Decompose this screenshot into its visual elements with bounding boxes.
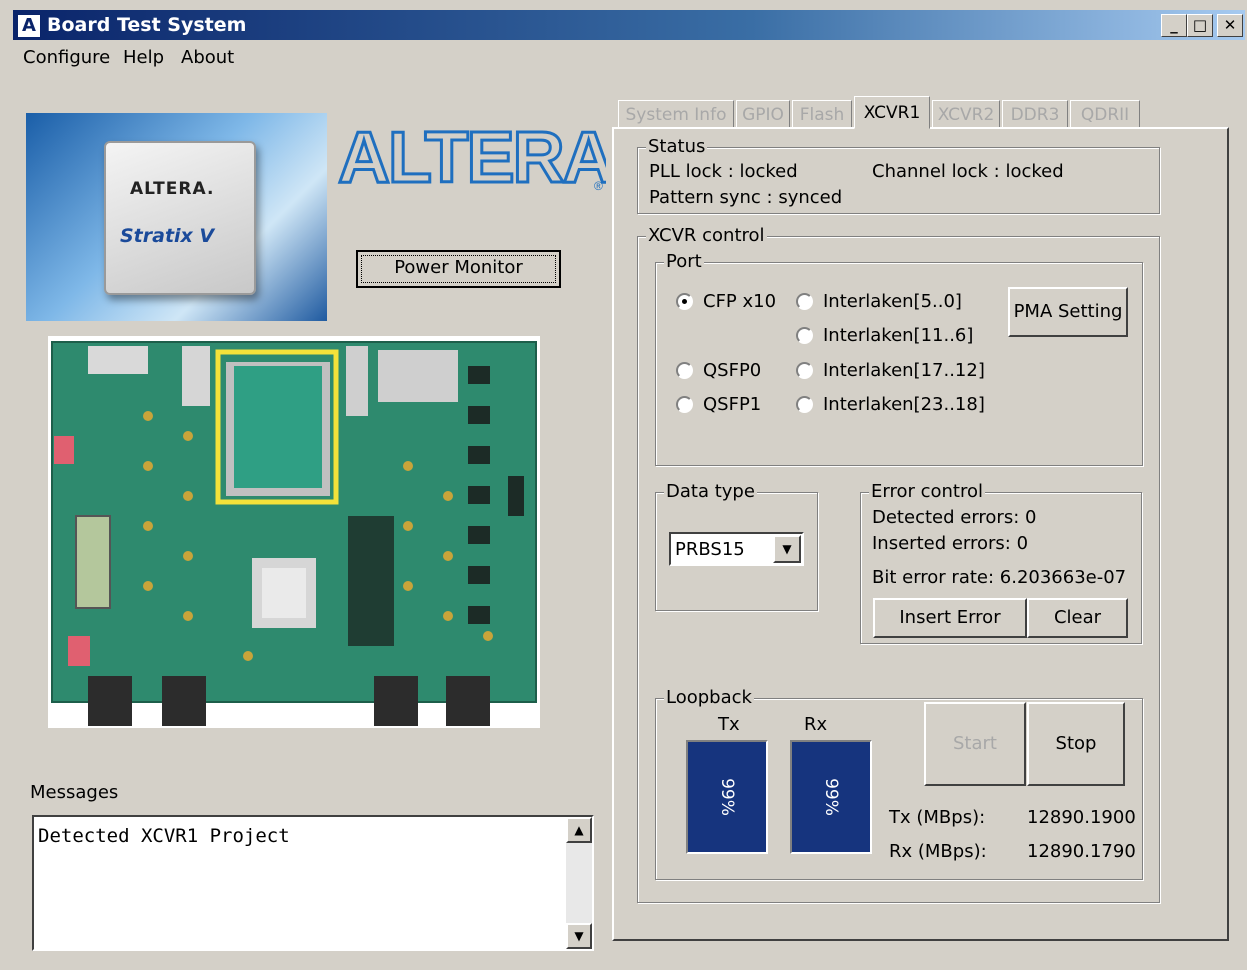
port-title: Port (664, 251, 704, 272)
loopback-title: Loopback (664, 687, 754, 708)
rx-meter: 99% (790, 740, 872, 854)
altera-logo-text: ALTERA (338, 120, 606, 198)
tx-meter: 99% (686, 740, 768, 854)
development-board-image (48, 336, 540, 728)
tx-label: Tx (718, 714, 740, 735)
status-title: Status (646, 136, 708, 157)
tx-percent: 99% (717, 778, 737, 816)
tab-gpio[interactable]: GPIO (736, 100, 790, 128)
start-button[interactable]: Start (924, 702, 1026, 786)
port-interlaken-5-0-label: Interlaken[5..0] (823, 291, 962, 312)
radio-cfp-x10[interactable] (676, 293, 693, 310)
minimize-button[interactable]: _ (1161, 14, 1187, 37)
chip-family: Stratix V (120, 225, 215, 247)
radio-qsfp1[interactable] (676, 396, 693, 413)
radio-interlaken-17-12[interactable] (796, 362, 813, 379)
board-test-window: A Board Test System _ □ ✕ Configure Help… (0, 0, 1247, 970)
tx-rate-value: 12890.1900 (1027, 807, 1136, 828)
clear-button[interactable]: Clear (1027, 598, 1128, 638)
altera-logo: ALTERA ® (337, 120, 607, 200)
pma-setting-button[interactable]: PMA Setting (1008, 287, 1128, 337)
port-interlaken-11-6-label: Interlaken[11..6] (823, 325, 974, 346)
radio-interlaken-11-6[interactable] (796, 327, 813, 344)
rx-percent: 99% (821, 778, 841, 816)
tx-rate-label: Tx (MBps): (889, 807, 986, 828)
svg-text:®: ® (594, 179, 603, 193)
pattern-sync-status: Pattern sync : synced (649, 187, 843, 208)
stop-button[interactable]: Stop (1027, 702, 1125, 786)
menu-about[interactable]: About (181, 47, 234, 68)
radio-qsfp0[interactable] (676, 362, 693, 379)
data-type-select[interactable]: PRBS15 ▼ (669, 532, 804, 566)
bit-error-rate: Bit error rate: 6.203663e-07 (872, 567, 1127, 588)
window-title: Board Test System (47, 14, 247, 36)
messages-box[interactable]: Detected XCVR1 Project ▲ ▼ (32, 815, 594, 951)
dropdown-arrow-icon[interactable]: ▼ (773, 535, 801, 563)
fpga-chip-image: ALTERA. Stratix V (104, 141, 256, 295)
stratix-product-image: ALTERA. Stratix V (26, 113, 327, 321)
channel-lock-status: Channel lock : locked (872, 161, 1064, 182)
app-icon: A (17, 14, 41, 38)
tab-xcvr1[interactable]: XCVR1 (854, 96, 930, 129)
inserted-errors: Inserted errors: 0 (872, 533, 1029, 554)
rx-label: Rx (804, 714, 828, 735)
port-qsfp1-label: QSFP1 (703, 394, 762, 415)
pll-lock-status: PLL lock : locked (649, 161, 798, 182)
messages-label: Messages (30, 782, 119, 803)
tab-ddr3[interactable]: DDR3 (1002, 100, 1068, 128)
messages-scrollbar[interactable]: ▲ ▼ (566, 817, 592, 949)
insert-error-button[interactable]: Insert Error (873, 598, 1027, 638)
port-interlaken-17-12-label: Interlaken[17..12] (823, 360, 985, 381)
port-qsfp0-label: QSFP0 (703, 360, 762, 381)
chip-brand: ALTERA. (130, 179, 215, 199)
tab-flash[interactable]: Flash (792, 100, 852, 128)
port-cfp-x10-label: CFP x10 (703, 291, 777, 312)
xcvr-control-title: XCVR control (646, 225, 767, 246)
scroll-up-icon[interactable]: ▲ (566, 817, 592, 843)
close-button[interactable]: ✕ (1217, 14, 1243, 37)
tab-xcvr2[interactable]: XCVR2 (932, 100, 1000, 128)
port-interlaken-23-18-label: Interlaken[23..18] (823, 394, 985, 415)
data-type-value: PRBS15 (675, 539, 745, 560)
radio-interlaken-23-18[interactable] (796, 396, 813, 413)
menu-help[interactable]: Help (123, 47, 164, 68)
maximize-button[interactable]: □ (1187, 14, 1213, 37)
message-line: Detected XCVR1 Project (38, 825, 290, 847)
rx-rate-value: 12890.1790 (1027, 841, 1136, 862)
scroll-down-icon[interactable]: ▼ (566, 923, 592, 949)
data-type-title: Data type (664, 481, 757, 502)
rx-rate-label: Rx (MBps): (889, 841, 987, 862)
error-control-title: Error control (869, 481, 985, 502)
power-monitor-button[interactable]: Power Monitor (356, 250, 561, 288)
radio-interlaken-5-0[interactable] (796, 293, 813, 310)
menu-configure[interactable]: Configure (23, 47, 110, 68)
detected-errors: Detected errors: 0 (872, 507, 1037, 528)
tab-qdrii[interactable]: QDRII (1070, 100, 1140, 128)
tab-system-info[interactable]: System Info (618, 100, 734, 128)
title-bar[interactable]: A Board Test System _ □ ✕ (13, 10, 1245, 40)
